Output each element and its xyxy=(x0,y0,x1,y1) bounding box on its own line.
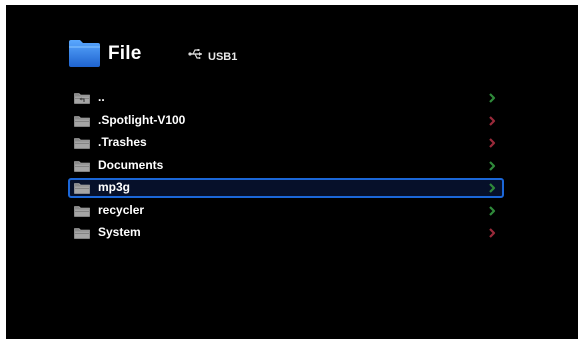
folder-icon xyxy=(74,161,90,172)
list-item[interactable]: recycler xyxy=(68,201,504,221)
list-item[interactable]: .Spotlight-V100 xyxy=(68,111,504,131)
chevron-right-icon xyxy=(489,183,496,193)
list-item-label: .Trashes xyxy=(98,135,147,149)
folder-icon xyxy=(74,183,90,194)
page: File USB1 .. .Spotlight-V100 .Trashes Docum… xyxy=(0,0,585,344)
list-item-label: .Spotlight-V100 xyxy=(98,113,186,127)
device-label: USB1 xyxy=(208,51,238,63)
list-item[interactable]: Documents xyxy=(68,156,504,176)
list-item[interactable]: .. xyxy=(68,88,504,108)
chevron-right-icon xyxy=(489,161,496,171)
folder-icon xyxy=(74,138,90,149)
list-item-label: recycler xyxy=(98,203,145,217)
chevron-right-icon xyxy=(489,116,496,126)
file-list: .. .Spotlight-V100 .Trashes Documents mp3g re… xyxy=(68,88,504,248)
list-item[interactable]: .Trashes xyxy=(68,133,504,153)
folder-icon xyxy=(74,206,90,217)
folder-icon xyxy=(69,40,100,67)
folder-icon xyxy=(74,228,90,239)
list-item-label: Documents xyxy=(98,158,164,172)
chevron-right-icon xyxy=(489,206,496,216)
list-item-label: .. xyxy=(98,90,105,104)
list-item[interactable]: mp3g xyxy=(68,178,504,198)
tv-screen: File USB1 .. .Spotlight-V100 .Trashes Docum… xyxy=(6,5,578,339)
list-item-label: mp3g xyxy=(98,180,131,194)
parent-folder-icon xyxy=(74,93,90,104)
page-title: File xyxy=(108,43,142,64)
chevron-right-icon xyxy=(489,93,496,103)
list-item-label: System xyxy=(98,225,141,239)
chevron-right-icon xyxy=(489,228,496,238)
chevron-right-icon xyxy=(489,138,496,148)
usb-icon xyxy=(188,49,202,59)
list-item[interactable]: System xyxy=(68,223,504,243)
folder-icon xyxy=(74,116,90,127)
header: File USB1 xyxy=(68,38,368,72)
